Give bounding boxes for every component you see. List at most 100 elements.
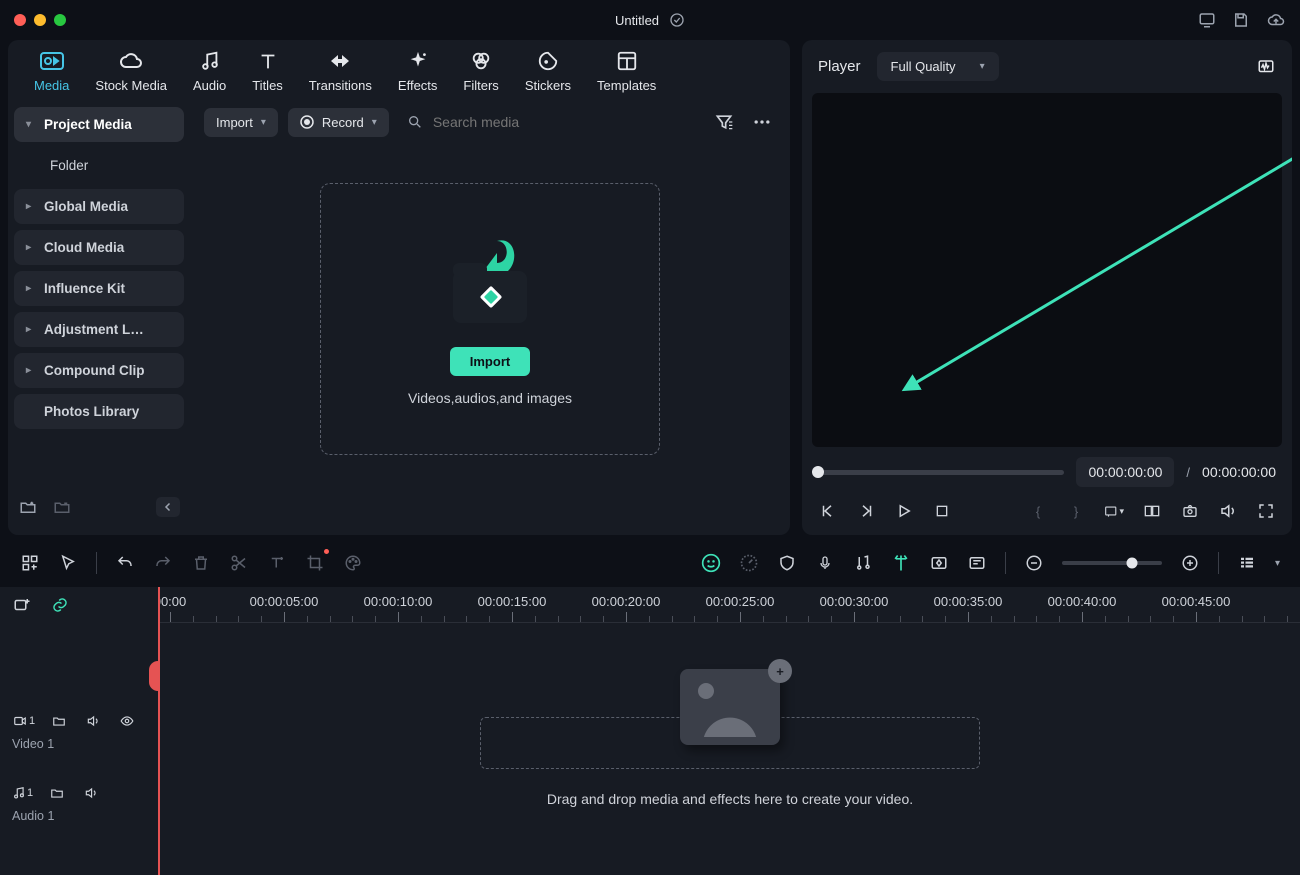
tab-filters[interactable]: Filters: [463, 50, 498, 93]
tab-stickers[interactable]: Stickers: [525, 50, 571, 93]
next-frame-button[interactable]: [856, 501, 876, 521]
checkmark-circle-icon: [669, 12, 685, 28]
video-preview[interactable]: [812, 93, 1282, 447]
tab-media[interactable]: Media: [34, 50, 69, 93]
more-options-icon[interactable]: [752, 112, 772, 132]
display-icon[interactable]: [1198, 11, 1216, 29]
microphone-icon[interactable]: [815, 553, 835, 573]
mute-icon[interactable]: [83, 711, 103, 731]
selection-tool-icon[interactable]: [58, 553, 78, 573]
record-dropdown-button[interactable]: Record ▾: [288, 108, 389, 137]
ai-assistant-icon[interactable]: [701, 553, 721, 573]
video-track-header[interactable]: 1 Video 1: [0, 705, 158, 757]
waveform-icon[interactable]: [1256, 57, 1276, 77]
filter-list-icon[interactable]: [714, 112, 734, 132]
audio-mixer-icon[interactable]: [853, 553, 873, 573]
add-text-icon[interactable]: [267, 553, 287, 573]
crop-icon[interactable]: [305, 553, 325, 573]
remove-folder-icon[interactable]: [52, 497, 72, 517]
tab-label: Stickers: [525, 78, 571, 93]
maximize-window-button[interactable]: [54, 14, 66, 26]
add-track-icon[interactable]: [12, 595, 32, 615]
chevron-down-icon[interactable]: ▾: [1275, 558, 1280, 569]
chevron-down-icon: ▾: [26, 119, 36, 130]
add-element-icon[interactable]: [20, 553, 40, 573]
sidebar-item-adjustment-layer[interactable]: ▸Adjustment L…: [14, 312, 184, 347]
stop-button[interactable]: [932, 501, 952, 521]
import-dropdown-button[interactable]: Import ▾: [204, 108, 278, 137]
compare-view-icon[interactable]: [1142, 501, 1162, 521]
sidebar-item-project-media[interactable]: ▾Project Media: [14, 107, 184, 142]
split-icon[interactable]: [229, 553, 249, 573]
sidebar-label: Compound Clip: [44, 363, 144, 378]
folder-icon[interactable]: [47, 783, 67, 803]
audio-track-header[interactable]: 1 Audio 1: [0, 777, 158, 829]
mark-in-icon[interactable]: {: [1028, 501, 1048, 521]
minimize-window-button[interactable]: [34, 14, 46, 26]
text-icon: [255, 50, 281, 72]
timeline: 1 Video 1 1 Audio 1 00:0000:00:05:0000:0…: [0, 587, 1300, 875]
play-button[interactable]: [894, 501, 914, 521]
mark-out-icon[interactable]: }: [1066, 501, 1086, 521]
import-button[interactable]: Import: [450, 347, 530, 376]
sidebar-item-cloud-media[interactable]: ▸Cloud Media: [14, 230, 184, 265]
zoom-out-button[interactable]: [1024, 553, 1044, 573]
ruler-time-label: 00:00:20:00: [592, 594, 661, 609]
volume-icon[interactable]: [1218, 501, 1238, 521]
chevron-down-icon: ▾: [261, 117, 266, 128]
chevron-right-icon: ▸: [26, 242, 36, 253]
save-icon[interactable]: [1232, 11, 1250, 29]
color-palette-icon[interactable]: [343, 553, 363, 573]
quality-select[interactable]: Full Quality ▾: [877, 52, 999, 81]
delete-icon[interactable]: [191, 553, 211, 573]
zoom-in-button[interactable]: [1180, 553, 1200, 573]
folder-icon[interactable]: [49, 711, 69, 731]
search-input[interactable]: [431, 113, 696, 131]
transition-icon: [327, 50, 353, 72]
undo-icon[interactable]: [115, 553, 135, 573]
list-view-icon[interactable]: [1237, 553, 1257, 573]
audio-track-label: Audio 1: [12, 809, 146, 823]
visibility-icon[interactable]: [117, 711, 137, 731]
dropzone-illustration: [435, 233, 545, 333]
sidebar-item-compound-clip[interactable]: ▸Compound Clip: [14, 353, 184, 388]
close-window-button[interactable]: [14, 14, 26, 26]
search-media[interactable]: [399, 107, 704, 137]
redo-icon[interactable]: [153, 553, 173, 573]
tab-effects[interactable]: Effects: [398, 50, 438, 93]
collapse-sidebar-button[interactable]: [156, 497, 180, 517]
keyframe-view-icon[interactable]: [929, 553, 949, 573]
window-controls: [14, 14, 66, 26]
snapshot-icon[interactable]: [1180, 501, 1200, 521]
cloud-upload-icon[interactable]: [1266, 11, 1286, 29]
sidebar-item-global-media[interactable]: ▸Global Media: [14, 189, 184, 224]
prev-frame-button[interactable]: [818, 501, 838, 521]
tab-transitions[interactable]: Transitions: [309, 50, 372, 93]
button-label: Import: [470, 354, 510, 369]
new-folder-icon[interactable]: [18, 497, 38, 517]
sidebar-item-influence-kit[interactable]: ▸Influence Kit: [14, 271, 184, 306]
media-panel: Media Stock Media Audio Titles Transitio…: [8, 40, 790, 535]
marker-icon[interactable]: [891, 553, 911, 573]
shield-icon[interactable]: [777, 553, 797, 573]
aspect-ratio-button[interactable]: ▾: [1104, 501, 1124, 521]
timeline-canvas[interactable]: 00:0000:00:05:0000:00:10:0000:00:15:0000…: [160, 587, 1300, 875]
import-dropzone[interactable]: Import Videos,audios,and images: [320, 183, 660, 455]
sidebar-item-photos-library[interactable]: Photos Library: [14, 394, 184, 429]
filters-icon: [468, 50, 494, 72]
scrub-slider[interactable]: [818, 470, 1064, 475]
tab-stock-media[interactable]: Stock Media: [95, 50, 167, 93]
sidebar-item-folder[interactable]: Folder: [14, 148, 184, 183]
tab-titles[interactable]: Titles: [252, 50, 283, 93]
add-media-button[interactable]: +: [768, 659, 792, 683]
timeline-ruler[interactable]: 00:0000:00:05:0000:00:10:0000:00:15:0000…: [160, 587, 1300, 623]
tab-templates[interactable]: Templates: [597, 50, 656, 93]
fullscreen-icon[interactable]: [1256, 501, 1276, 521]
mute-icon[interactable]: [81, 783, 101, 803]
tab-audio[interactable]: Audio: [193, 50, 226, 93]
speed-icon[interactable]: [739, 553, 759, 573]
ruler-time-label: 00:00:35:00: [934, 594, 1003, 609]
zoom-slider[interactable]: [1062, 561, 1162, 565]
render-icon[interactable]: [967, 553, 987, 573]
link-track-icon[interactable]: [50, 595, 70, 615]
